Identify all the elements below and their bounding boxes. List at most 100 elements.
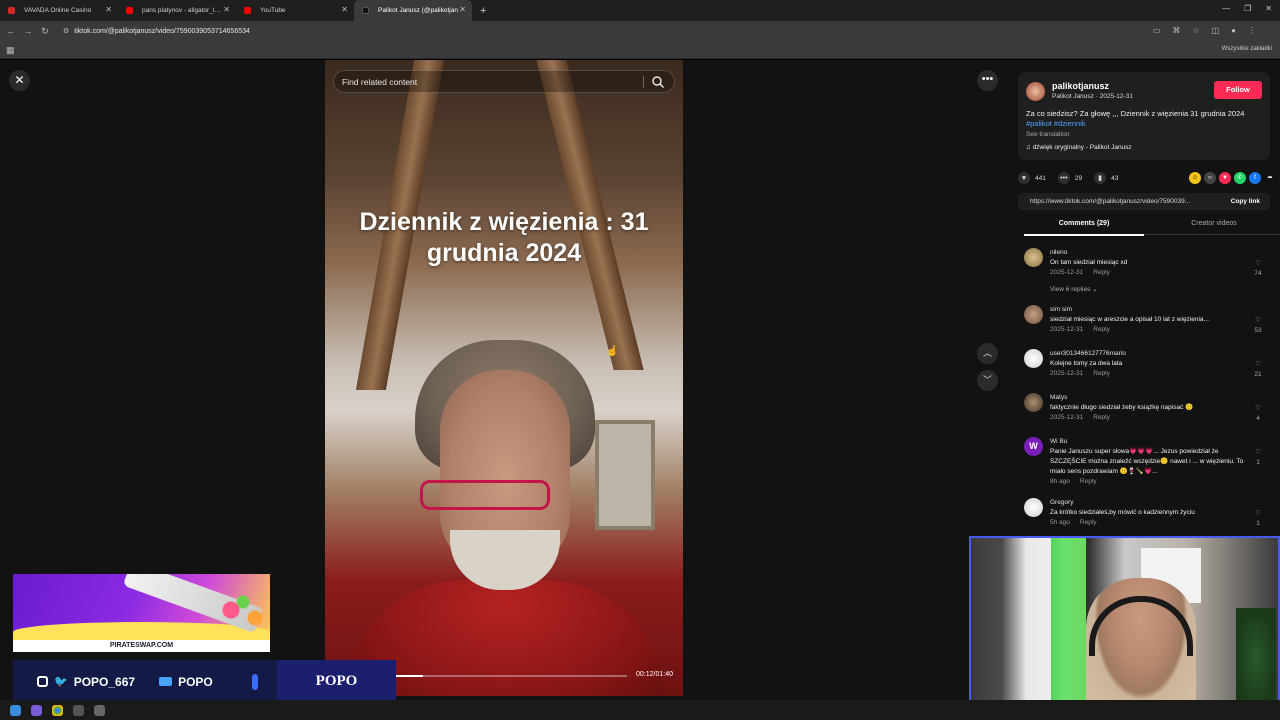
os-taskbar — [0, 700, 1280, 720]
close-tab-icon[interactable]: ✕ — [459, 5, 466, 14]
share-arrow-icon[interactable]: ➦ — [1264, 172, 1276, 184]
comment-icon[interactable]: ••• — [1057, 172, 1070, 184]
send-icon[interactable]: ▼ — [1219, 172, 1231, 184]
comment-author[interactable]: sim sim — [1050, 306, 1072, 313]
profile-icon[interactable]: ● — [1231, 26, 1236, 35]
related-search-input[interactable]: Find related content — [333, 70, 675, 93]
comment-like-count: 1 — [1256, 520, 1260, 527]
comment-like-count: 53 — [1254, 327, 1262, 334]
more-options-button[interactable]: ••• — [977, 70, 998, 91]
heart-outline-icon[interactable]: ♡ — [1252, 360, 1264, 370]
all-bookmarks-link[interactable]: Wszystkie zakładki — [1222, 46, 1272, 52]
previous-video-button[interactable]: ︿ — [977, 343, 998, 364]
reply-button[interactable]: Reply — [1093, 326, 1110, 333]
next-video-button[interactable]: ﹀ — [977, 370, 998, 391]
see-translation-link[interactable]: See translation — [1026, 131, 1069, 138]
reply-button[interactable]: Reply — [1080, 478, 1097, 485]
copy-link-button[interactable]: Copy link — [1231, 193, 1260, 210]
close-tab-icon[interactable]: ✕ — [105, 5, 112, 14]
comment-like[interactable]: ♡ 53 — [1252, 316, 1264, 336]
comment-author[interactable]: Wi Bu — [1050, 438, 1067, 445]
heart-icon[interactable]: ♥ — [1018, 172, 1030, 184]
heart-outline-icon[interactable]: ♡ — [1252, 316, 1264, 326]
close-window-icon[interactable]: ✕ — [1265, 4, 1272, 13]
reply-button[interactable]: Reply — [1080, 519, 1097, 526]
comment-avatar[interactable] — [1024, 498, 1043, 517]
view-replies-button[interactable]: View 6 replies ⌄ — [1050, 285, 1098, 293]
comment-author[interactable]: user3013466127776mario — [1050, 350, 1126, 357]
video-progress-bar[interactable] — [395, 675, 627, 677]
heart-outline-icon[interactable]: ♡ — [1252, 404, 1264, 414]
details-panel: palikotjanusz Palikot Janusz · 2025-12-3… — [1010, 60, 1280, 536]
start-icon[interactable] — [10, 704, 21, 716]
tab-comments[interactable]: Comments (29) — [1024, 220, 1144, 236]
comment-author[interactable]: Gregory — [1050, 499, 1073, 506]
creator-avatar[interactable] — [1026, 82, 1045, 101]
music-info[interactable]: ♫ dźwięk oryginalny - Palikot Janusz — [1026, 144, 1132, 151]
heart-outline-icon[interactable]: ♡ — [1252, 259, 1264, 269]
close-tab-icon[interactable]: ✕ — [223, 5, 230, 14]
translate-icon[interactable]: ⌘ — [1172, 26, 1180, 35]
comment-like[interactable]: ♡ 74 — [1252, 259, 1264, 279]
comment-like[interactable]: ♡ 1 — [1252, 448, 1264, 468]
heart-outline-icon[interactable]: ♡ — [1252, 509, 1264, 519]
url-field[interactable]: ⚙ tiktok.com/@palikotjanusz/video/759003… — [63, 27, 250, 36]
comment-like[interactable]: ♡ 1 — [1252, 509, 1264, 529]
comment-like[interactable]: ♡ 4 — [1252, 404, 1264, 424]
comment-avatar[interactable] — [1024, 305, 1043, 324]
caption-hashtags[interactable]: #palikot #dziennik — [1026, 119, 1086, 128]
facebook-icon[interactable]: f — [1249, 172, 1261, 184]
browser-tab-1[interactable]: VAVADA Online Casino ✕ — [0, 0, 118, 21]
back-icon[interactable]: ← — [5, 26, 17, 36]
restore-icon[interactable]: ❐ — [1244, 4, 1251, 13]
browser-tab-2[interactable]: paris platynov - aligator_lacos ✕ — [118, 0, 236, 21]
tab-creator-videos[interactable]: Creator videos — [1154, 220, 1274, 227]
chrome-icon[interactable] — [52, 704, 63, 716]
comment-text: Panie Januszu super słowa💗💗💗... Jezus po… — [1050, 448, 1244, 475]
share-emoji-icon[interactable]: ☺ — [1189, 172, 1201, 184]
minimize-icon[interactable]: — — [1222, 4, 1230, 13]
embed-icon[interactable]: ‹› — [1204, 172, 1216, 184]
browser-tab-3[interactable]: YouTube ✕ — [236, 0, 354, 21]
search-icon[interactable] — [651, 75, 665, 89]
reply-button[interactable]: Reply — [1093, 414, 1110, 421]
comment-avatar[interactable] — [1024, 349, 1043, 368]
reply-button[interactable]: Reply — [1093, 370, 1110, 377]
comment-author[interactable]: Matys — [1050, 394, 1067, 401]
close-tab-icon[interactable]: ✕ — [341, 5, 348, 14]
comment-author[interactable]: nileno — [1050, 249, 1067, 256]
comment-avatar[interactable]: W — [1024, 437, 1043, 456]
whatsapp-icon[interactable]: ✆ — [1234, 172, 1246, 184]
reply-button[interactable]: Reply — [1093, 269, 1110, 276]
like-action[interactable]: ♥ 441 — [1018, 172, 1046, 184]
reload-icon[interactable]: ↻ — [39, 26, 51, 37]
twitter-icon: 🐦 — [54, 676, 68, 688]
bookmark-star-icon[interactable]: ☆ — [1192, 26, 1199, 35]
save-action[interactable]: ▮ 43 — [1094, 172, 1118, 184]
comment-like[interactable]: ♡ 21 — [1252, 360, 1264, 380]
bookmark-icon[interactable]: ▮ — [1094, 172, 1107, 184]
share-link-field[interactable]: https://www.tiktok.com/@palikotjanusz/vi… — [1018, 193, 1270, 210]
menu-icon[interactable]: ⋮ — [1248, 26, 1256, 35]
follow-button[interactable]: Follow — [1214, 81, 1262, 99]
new-tab-icon[interactable]: + — [480, 5, 486, 17]
forward-icon[interactable]: → — [22, 26, 34, 36]
apps-grid-icon[interactable]: ▦ — [6, 45, 15, 56]
extensions-icon[interactable]: ◫ — [1212, 26, 1220, 35]
panel-tabs: Comments (29) Creator videos — [1024, 217, 1280, 236]
comment-avatar[interactable] — [1024, 248, 1043, 267]
close-video-button[interactable]: ✕ — [9, 70, 30, 91]
comment-action[interactable]: ••• 29 — [1057, 172, 1082, 184]
comment-meta: 2025-12-31 Reply — [1050, 326, 1110, 333]
streamer-social-bar: 🐦 POPO_667 POPO POPO — [13, 660, 396, 703]
video-player[interactable]: Find related content Dziennik z więzieni… — [325, 60, 683, 696]
cast-icon[interactable]: ▭ — [1153, 26, 1161, 35]
site-info-icon[interactable]: ⚙ — [63, 27, 69, 35]
creator-username[interactable]: palikotjanusz — [1052, 81, 1109, 91]
heart-outline-icon[interactable]: ♡ — [1252, 448, 1264, 458]
app-icon[interactable] — [73, 704, 84, 716]
comment-avatar[interactable] — [1024, 393, 1043, 412]
app-icon[interactable] — [31, 704, 42, 716]
browser-tab-4[interactable]: Palikot Janusz (@palikotjan ✕ — [354, 0, 472, 21]
app-icon[interactable] — [94, 704, 105, 716]
